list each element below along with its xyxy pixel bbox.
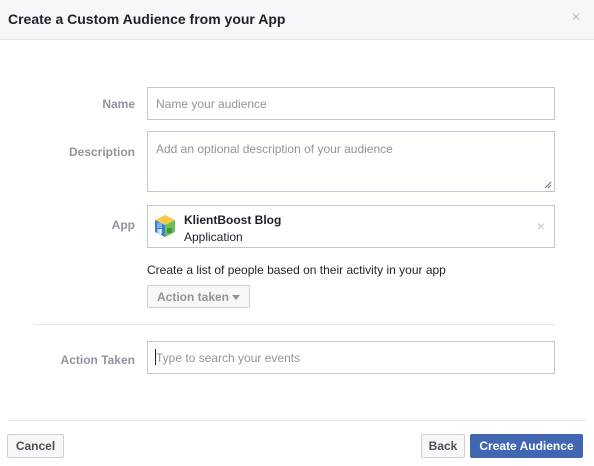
description-label: Description (68, 145, 135, 159)
create-audience-button[interactable]: Create Audience (470, 434, 583, 458)
dialog-header: Create a Custom Audience from your App × (0, 0, 594, 40)
audience-description-input[interactable] (148, 132, 554, 191)
action-taken-label: Action Taken (60, 353, 135, 367)
resize-grip-icon[interactable] (544, 181, 552, 189)
app-type: Application (184, 230, 243, 244)
helper-text: Create a list of people based on their a… (147, 263, 446, 277)
event-search-input[interactable] (147, 341, 555, 374)
footer-divider (8, 420, 586, 421)
remove-app-icon[interactable]: × (537, 219, 545, 233)
description-field-box (147, 131, 555, 192)
action-dropdown-label: Action taken (157, 290, 230, 304)
dialog-title: Create a Custom Audience from your App (8, 11, 286, 27)
app-name: KlientBoost Blog (184, 213, 282, 227)
name-label: Name (102, 97, 135, 111)
app-cube-icon: f (155, 215, 175, 237)
back-button[interactable]: Back (421, 434, 465, 458)
selected-app: f KlientBoost Blog Application × (147, 205, 555, 248)
svg-text:f: f (159, 228, 162, 237)
section-divider (34, 324, 555, 325)
chevron-down-icon (232, 295, 240, 300)
audience-name-input[interactable] (147, 87, 555, 120)
cancel-button[interactable]: Cancel (7, 434, 64, 458)
close-icon[interactable]: × (569, 10, 583, 26)
action-taken-dropdown[interactable]: Action taken (147, 285, 250, 308)
app-label: App (111, 218, 135, 232)
text-cursor (155, 349, 156, 365)
